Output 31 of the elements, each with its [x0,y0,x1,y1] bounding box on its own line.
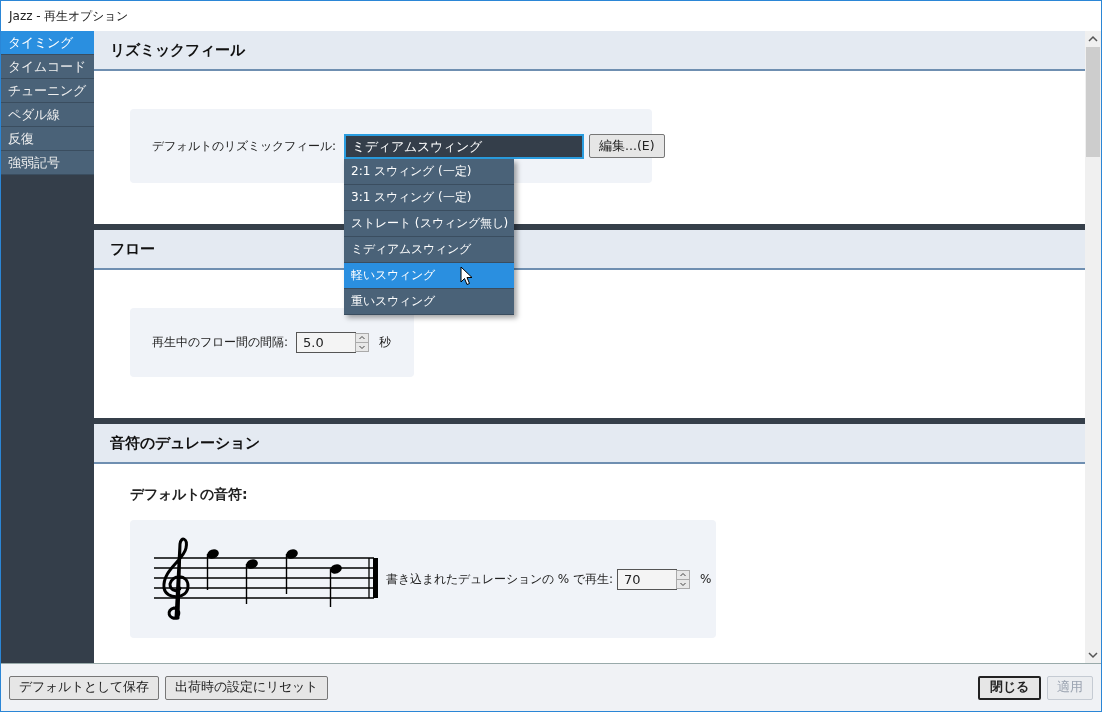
sidebar-item[interactable]: ペダル線 [1,103,94,127]
footer-button[interactable]: 閉じる [978,675,1041,700]
unit-label: % [700,572,712,586]
section-title: フロー [110,239,155,259]
mouse-cursor-icon [460,265,474,286]
window-title: Jazz - 再生オプション [9,7,129,25]
dropdown-option[interactable]: 重いスウィング [344,288,515,315]
number-field[interactable]: 5.0 [296,332,357,353]
section-title: 音符のデュレーション [110,433,260,453]
subheading: デフォルトの音符: [130,485,249,504]
number-field[interactable]: 70 [617,568,678,590]
scroll-thumb[interactable] [1086,47,1100,157]
sidebar-item[interactable]: タイミング [1,31,94,55]
field-label: デフォルトのリズミックフィール: [152,137,337,155]
dropdown-option[interactable]: 3:1 スウィング (一定) [344,184,515,211]
dropdown-option[interactable]: ストレート (スウィング無し) [344,210,515,237]
footer-button[interactable]: 出荷時の設定にリセット [165,675,328,700]
field-label: 再生中のフロー間の間隔: [152,334,289,351]
sidebar-item[interactable]: チューニング [1,79,94,103]
dropdown-field[interactable]: ミディアムスウィング [344,133,585,159]
footer-button[interactable]: デフォルトとして保存 [9,675,159,700]
sidebar-item[interactable]: 反復 [1,127,94,151]
dropdown-option[interactable]: 軽いスウィング [344,262,515,289]
sidebar-item[interactable]: タイムコード [1,55,94,79]
dropdown-option[interactable]: 2:1 スウィング (一定) [344,158,515,185]
edit-button[interactable]: 編集...(E) [589,134,665,158]
unit-label: 秒 [379,334,392,351]
scrollbar[interactable] [1085,31,1101,663]
section-title: リズミックフィール [110,40,245,60]
sidebar-item[interactable]: 強弱記号 [1,151,94,175]
field-label: 書き込まれたデュレーションの % で再生: [386,570,614,588]
